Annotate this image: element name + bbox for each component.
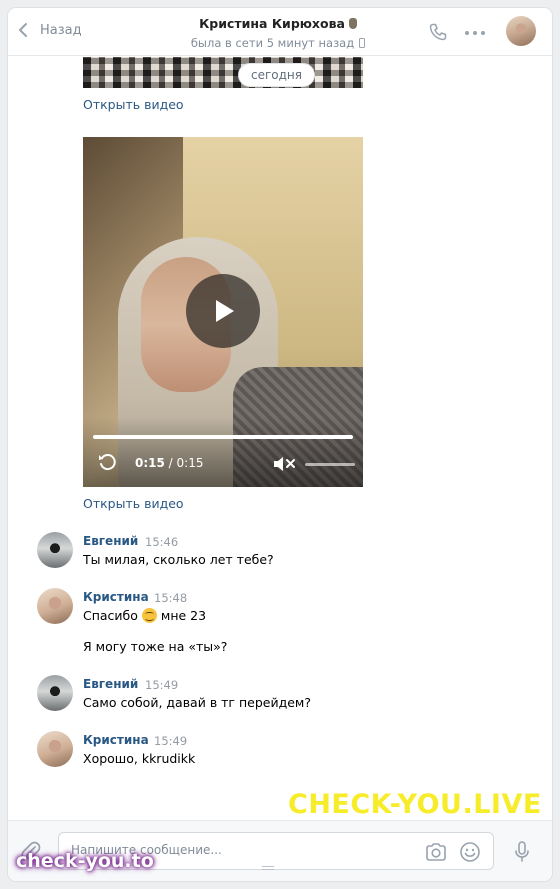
message-author[interactable]: Евгений (83, 534, 138, 548)
phone-icon[interactable] (428, 22, 448, 42)
message-time[interactable]: 15:49 (154, 734, 187, 748)
open-video-link[interactable]: Открыть видео (83, 97, 184, 112)
message-group: Кристина 15:49 Хорошо, kkrudikk (37, 731, 517, 771)
message-author[interactable]: Кристина (83, 590, 149, 604)
message-group: Кристина 15:48 Спасибо мне 23 Я могу тож… (37, 588, 517, 668)
emoji-icon (348, 18, 357, 29)
video-progress-bar[interactable] (93, 435, 353, 439)
avatar[interactable] (37, 532, 73, 568)
message-author[interactable]: Кристина (83, 733, 149, 747)
message-time[interactable]: 15:49 (145, 678, 178, 692)
resize-handle[interactable] (262, 866, 274, 870)
contact-avatar[interactable] (506, 16, 536, 46)
video-player[interactable]: 0:15 / 0:15 (83, 137, 363, 487)
watermark-logo: check-you.to (16, 850, 154, 872)
watermark-text: CHECK-YOU.LIVE (288, 789, 542, 820)
open-video-link[interactable]: Открыть видео (83, 496, 184, 511)
chevron-left-icon (19, 23, 27, 37)
message-text: Спасибо мне 23 (83, 608, 207, 623)
message-group: Евгений 15:49 Само собой, давай в тг пер… (37, 675, 517, 715)
emoji-picker-icon[interactable] (459, 841, 481, 863)
message-author[interactable]: Евгений (83, 677, 138, 691)
chat-title[interactable]: Кристина Кирюхова была в сети 5 минут на… (158, 16, 398, 50)
back-label: Назад (40, 22, 82, 38)
message-text: Хорошо, kkrudikk (83, 751, 196, 766)
message-time[interactable]: 15:46 (145, 535, 178, 549)
volume-slider[interactable] (305, 463, 355, 466)
smile-emoji-icon (141, 608, 157, 623)
video-time-current: 0:15 (135, 456, 165, 470)
contact-name: Кристина Кирюхова (199, 16, 345, 31)
date-separator: сегодня (238, 63, 315, 87)
message-text: Само собой, давай в тг перейдем? (83, 695, 311, 710)
back-button[interactable]: Назад (16, 22, 82, 38)
avatar[interactable] (37, 588, 73, 624)
message-time[interactable]: 15:48 (154, 591, 187, 605)
video-controls: 0:15 / 0:15 (83, 417, 363, 487)
mobile-icon (359, 38, 366, 48)
video-time: 0:15 / 0:15 (135, 456, 204, 470)
chat-window: Назад Кристина Кирюхова была в сети 5 ми… (8, 8, 552, 881)
camera-icon[interactable] (425, 842, 447, 862)
message-text: Я могу тоже на «ты»? (83, 639, 228, 654)
video-time-total: 0:15 (176, 456, 204, 470)
message-group: Евгений 15:46 Ты милая, сколько лет тебе… (37, 532, 517, 572)
muted-speaker-icon[interactable] (273, 455, 299, 473)
more-icon[interactable] (464, 30, 486, 36)
avatar[interactable] (37, 731, 73, 767)
message-history[interactable]: сегодня Открыть видео 0:15 / 0:15 Открыт… (8, 57, 552, 820)
microphone-icon[interactable] (514, 841, 530, 863)
online-status: была в сети 5 минут назад (190, 36, 355, 50)
avatar[interactable] (37, 675, 73, 711)
message-text: Ты милая, сколько лет тебе? (83, 552, 274, 567)
play-button[interactable] (186, 274, 260, 348)
previous-video-thumbnail[interactable] (83, 57, 363, 88)
replay-icon[interactable] (97, 452, 117, 472)
chat-header: Назад Кристина Кирюхова была в сети 5 ми… (8, 8, 552, 56)
